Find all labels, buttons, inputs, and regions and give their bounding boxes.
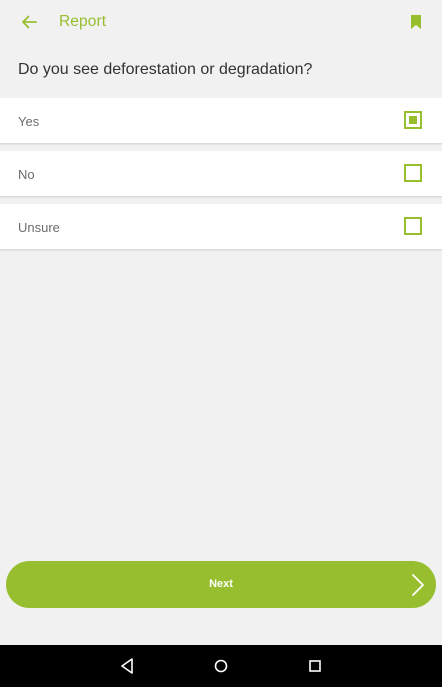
- next-button-label: Next: [209, 578, 233, 590]
- chevron-right-icon: [412, 574, 424, 596]
- option-unsure[interactable]: Unsure: [0, 204, 442, 250]
- triangle-back-icon[interactable]: [118, 657, 136, 675]
- page-title: Report: [59, 13, 107, 30]
- option-label: No: [18, 167, 35, 182]
- system-nav-bar: [0, 645, 442, 687]
- app-bar: Report: [0, 0, 442, 44]
- bookmark-button[interactable]: [404, 10, 428, 34]
- option-label: Yes: [18, 114, 40, 129]
- circle-home-icon[interactable]: [212, 657, 230, 675]
- option-label: Unsure: [18, 220, 60, 235]
- report-screen: Report Do you see deforestation or degra…: [0, 0, 442, 687]
- bookmark-icon: [411, 15, 421, 29]
- no-checkbox[interactable]: [404, 164, 422, 182]
- option-yes[interactable]: Yes: [0, 98, 442, 144]
- yes-checkbox[interactable]: [404, 111, 422, 129]
- square-recents-icon[interactable]: [306, 657, 324, 675]
- back-button[interactable]: [14, 8, 44, 36]
- question-text: Do you see deforestation or degradation?: [18, 61, 313, 78]
- unsure-checkbox[interactable]: [404, 217, 422, 235]
- arrow-left-icon: [22, 15, 37, 29]
- next-button[interactable]: Next: [6, 561, 436, 608]
- option-no[interactable]: No: [0, 151, 442, 197]
